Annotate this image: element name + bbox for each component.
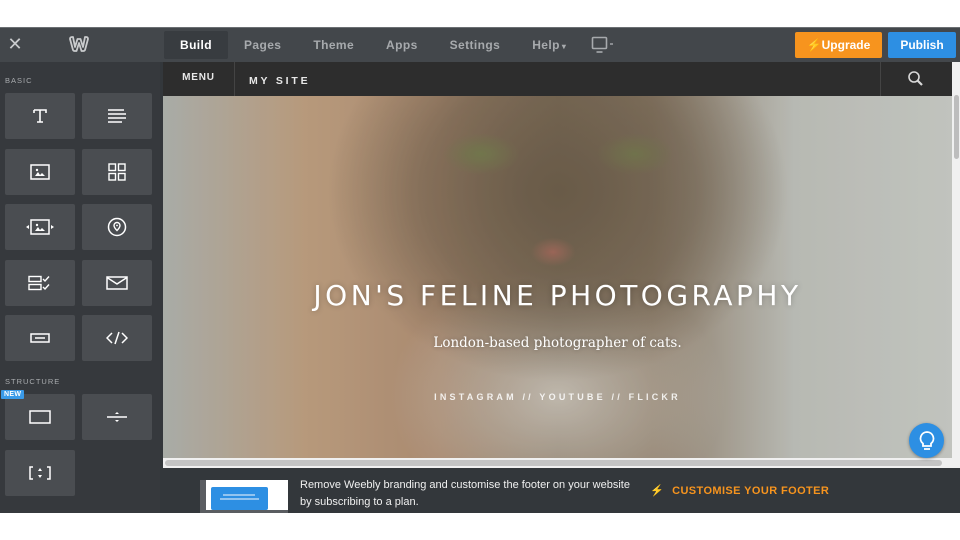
section-icon [29,410,51,424]
device-preview-toggle[interactable] [591,36,617,56]
tab-help[interactable]: Help ▾ [516,31,582,59]
form-icon [28,275,50,291]
element-map[interactable] [82,204,152,250]
tab-theme[interactable]: Theme [297,31,370,59]
close-icon[interactable]: ✕ [7,33,23,55]
customise-footer-link[interactable]: ⚡ CUSTOMISE YOUR FOOTER [650,484,829,497]
element-button[interactable] [5,315,75,361]
element-title[interactable] [5,93,75,139]
upgrade-label: Upgrade [821,38,871,52]
footer-thumb-page [206,480,288,510]
lightning-icon: ⚡ [650,485,665,497]
text-icon [33,109,47,123]
vertical-scrollbar[interactable] [952,62,960,468]
divider-icon [107,412,127,422]
element-contact-form[interactable] [5,260,75,306]
element-section[interactable] [5,394,75,440]
element-embed-code[interactable] [82,315,152,361]
slideshow-icon [26,219,54,235]
section-label-basic: BASIC [5,76,33,85]
horizontal-scrollbar-thumb[interactable] [165,460,942,466]
vertical-scrollbar-thumb[interactable] [954,95,959,159]
tips-button[interactable] [909,423,944,458]
footer-message: Remove Weebly branding and customise the… [300,479,630,508]
weebly-logo-icon[interactable] [68,33,90,55]
element-gallery[interactable] [82,149,152,195]
site-preview: JON'S FELINE PHOTOGRAPHY London-based ph… [163,62,952,467]
chevron-down-icon: ▾ [561,42,567,51]
footer-preview-thumbnail [200,480,288,513]
code-icon [106,331,128,345]
element-slideshow[interactable] [5,204,75,250]
footer-thumb-block [211,487,268,510]
elements-sidebar: BASIC STRUCTURE NEW [0,62,160,513]
site-title[interactable]: MY SITE [249,62,310,96]
element-spacer[interactable] [5,450,75,496]
lightbulb-icon [919,430,934,450]
lightning-icon: ⚡ [806,38,822,52]
site-header: MENU MY SITE [163,62,952,96]
tab-pages[interactable]: Pages [228,31,297,59]
tab-settings[interactable]: Settings [434,31,517,59]
element-newsletter[interactable] [82,260,152,306]
publish-button[interactable]: Publish [888,32,956,58]
button-icon [30,333,50,343]
hero-title[interactable]: JON'S FELINE PHOTOGRAPHY [163,279,952,312]
gallery-icon [108,163,126,181]
tab-apps[interactable]: Apps [370,31,434,59]
paragraph-icon [108,109,126,123]
horizontal-scrollbar[interactable] [163,458,952,468]
image-icon [30,164,50,180]
element-text[interactable] [82,93,152,139]
envelope-icon [106,276,128,290]
upgrade-button[interactable]: ⚡Upgrade [795,32,882,58]
new-badge: NEW [1,390,25,399]
desktop-monitor-icon [591,36,613,53]
footer-upgrade-banner: Remove Weebly branding and customise the… [160,468,960,513]
section-label-structure: STRUCTURE [5,377,61,386]
top-toolbar: ✕ Build Pages Theme Apps Settings Help ▾ … [0,27,960,62]
tab-build[interactable]: Build [164,31,228,59]
social-links[interactable]: INSTAGRAM // YOUTUBE // FLICKR [163,392,952,402]
main-nav: Build Pages Theme Apps Settings Help ▾ [164,31,582,59]
tab-help-label: Help [532,38,560,52]
map-pin-icon [107,217,127,237]
customise-footer-label: CUSTOMISE YOUR FOOTER [672,485,830,497]
footer-lines-icon [220,494,259,500]
search-icon [908,71,923,86]
site-menu-button[interactable]: MENU [163,62,235,96]
hero-banner-cat-photo[interactable]: JON'S FELINE PHOTOGRAPHY London-based ph… [163,96,952,467]
element-divider[interactable] [82,394,152,440]
element-image[interactable] [5,149,75,195]
site-search-button[interactable] [880,62,952,96]
weebly-editor: ✕ Build Pages Theme Apps Settings Help ▾ … [0,27,960,513]
hero-subtitle[interactable]: London-based photographer of cats. [163,335,952,351]
spacer-icon [29,466,51,480]
